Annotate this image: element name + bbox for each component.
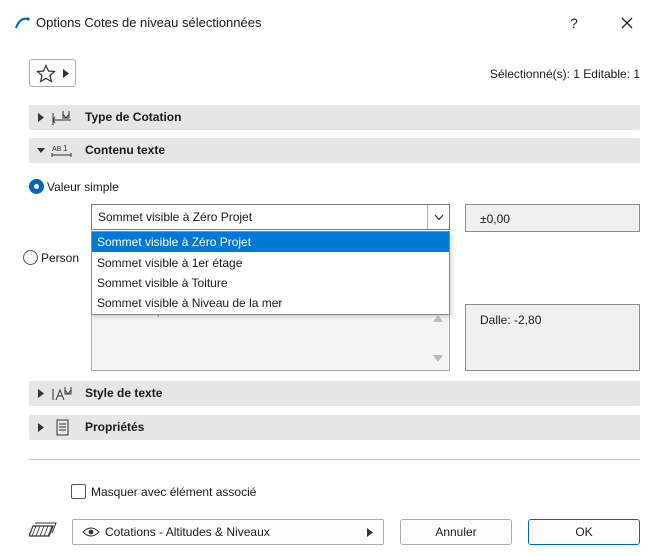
- section-type-de-cotation[interactable]: Type de Cotation: [29, 105, 640, 130]
- hide-with-element-checkbox[interactable]: [71, 484, 86, 499]
- layer-select-button[interactable]: Cotations - Altitudes & Niveaux: [72, 519, 384, 545]
- dropdown-option[interactable]: Sommet visible à Niveau de la mer: [92, 293, 449, 313]
- star-icon: [36, 64, 56, 83]
- cancel-button[interactable]: Annuler: [400, 519, 512, 545]
- layer-name: Cotations - Altitudes & Niveaux: [105, 525, 270, 539]
- expand-arrow-icon: [38, 113, 44, 122]
- dimension-type-icon: [52, 111, 71, 125]
- radio-personnalise-label: Person: [41, 251, 80, 265]
- help-button[interactable]: ?: [560, 10, 588, 36]
- radio-personnalise[interactable]: [23, 250, 38, 265]
- section-label: Propriétés: [85, 420, 145, 434]
- value-display: ±0,00: [465, 204, 640, 232]
- ok-button[interactable]: OK: [528, 519, 640, 545]
- text-content-icon: AB 1: [51, 144, 72, 157]
- section-style-de-texte[interactable]: Style de texte: [29, 381, 640, 406]
- expand-arrow-icon: [38, 423, 44, 432]
- value-source-select[interactable]: Sommet visible à Zéro Projet: [91, 204, 450, 230]
- svg-text:AB: AB: [52, 146, 62, 153]
- selection-info: Sélectionné(s): 1 Editable: 1: [489, 67, 640, 81]
- section-contenu-texte[interactable]: AB 1 Contenu texte: [29, 138, 640, 163]
- dropdown-option[interactable]: Sommet visible à Zéro Projet: [92, 232, 449, 252]
- radio-valeur-simple-label: Valeur simple: [47, 180, 119, 194]
- value-display-text: ±0,00: [480, 212, 510, 226]
- scroll-up-icon[interactable]: [433, 314, 443, 322]
- select-value: Sommet visible à Zéro Projet: [98, 210, 253, 224]
- section-proprietes[interactable]: Propriétés: [29, 415, 640, 440]
- svg-text:1: 1: [63, 144, 68, 153]
- dropdown-list: Sommet visible à Zéro Projet Sommet visi…: [91, 231, 450, 315]
- hide-with-element-label: Masquer avec élément associé: [91, 485, 257, 499]
- layer-icon: [29, 522, 57, 537]
- properties-icon: [56, 419, 69, 436]
- expand-arrow-icon: [38, 389, 44, 398]
- window-title: Options Cotes de niveau sélectionnées: [36, 15, 262, 30]
- section-label: Type de Cotation: [85, 110, 182, 124]
- separator: [29, 459, 640, 460]
- section-label: Style de texte: [85, 386, 163, 400]
- favorites-button[interactable]: [29, 59, 76, 87]
- chevron-right-icon: [63, 69, 69, 78]
- app-icon: [15, 17, 30, 29]
- chevron-down-icon: [434, 214, 444, 221]
- scroll-down-icon[interactable]: [433, 355, 443, 363]
- dropdown-option[interactable]: Sommet visible à 1er étage: [92, 253, 449, 273]
- radio-valeur-simple[interactable]: [29, 179, 44, 194]
- collapse-arrow-icon: [37, 148, 45, 153]
- chevron-right-icon: [367, 528, 373, 537]
- text-style-icon: [52, 387, 72, 401]
- dropdown-option[interactable]: Sommet visible à Toiture: [92, 273, 449, 293]
- section-label: Contenu texte: [85, 143, 166, 157]
- custom-preview: Dalle: -2,80: [465, 304, 640, 371]
- title-bar: Options Cotes de niveau sélectionnées ?: [0, 0, 652, 46]
- select-dropdown-button[interactable]: [427, 205, 449, 229]
- close-icon[interactable]: [612, 8, 642, 38]
- custom-preview-text: Dalle: -2,80: [480, 313, 542, 327]
- eye-icon: [82, 527, 100, 537]
